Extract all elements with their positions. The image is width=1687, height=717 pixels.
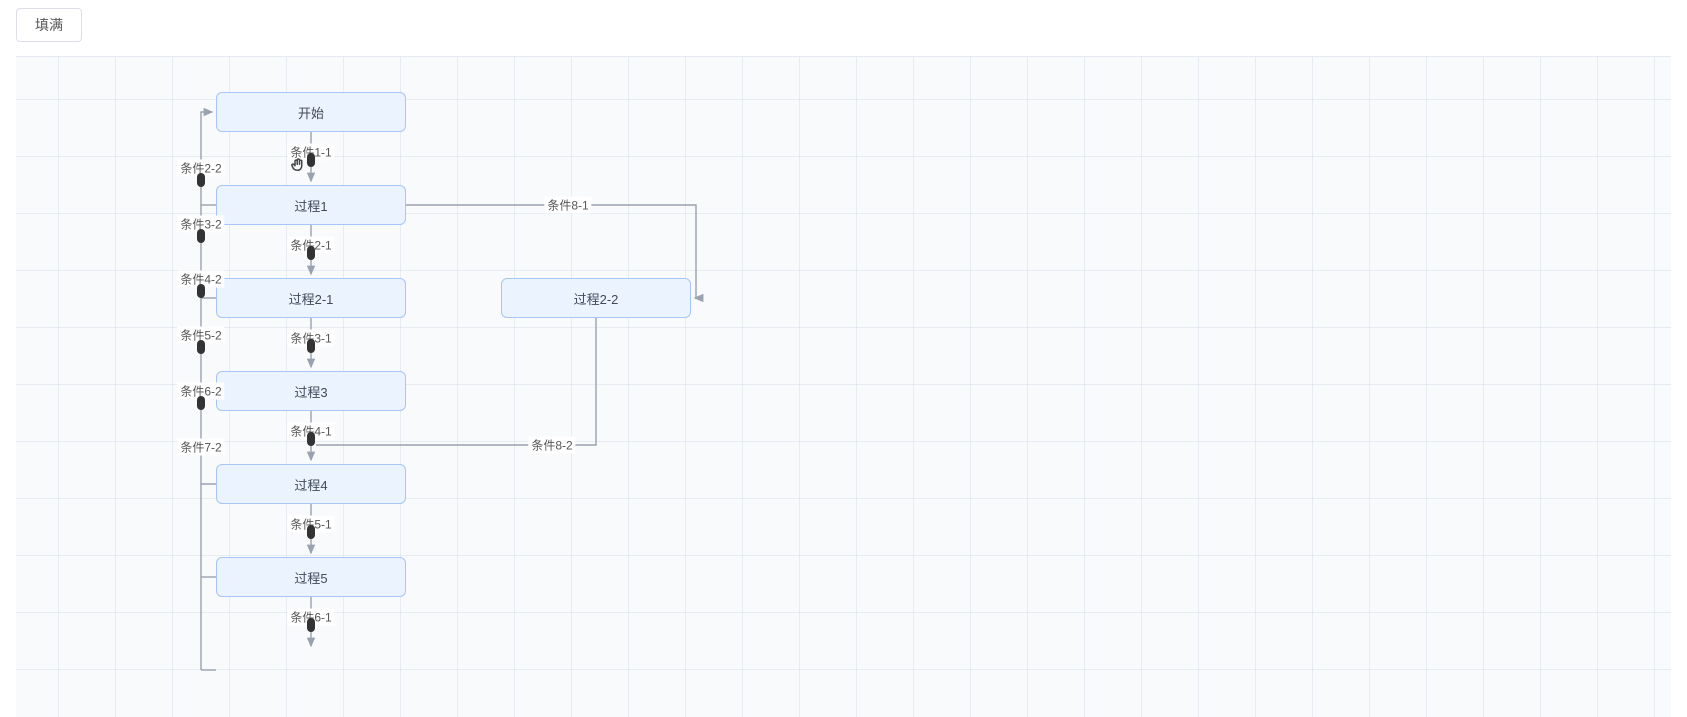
node-label: 过程2-1 bbox=[289, 289, 334, 308]
flow-canvas[interactable]: 开始 过程1 过程2-1 过程2-2 过程3 过程4 过程5 条件1-1 条件2… bbox=[16, 56, 1671, 717]
node-label: 过程5 bbox=[294, 568, 327, 587]
edge-label-c8-1: 条件8-1 bbox=[544, 197, 591, 214]
node-label: 过程2-2 bbox=[574, 289, 619, 308]
node-proc3[interactable]: 过程3 bbox=[216, 371, 406, 411]
node-label: 开始 bbox=[298, 103, 324, 122]
fill-button[interactable]: 填满 bbox=[16, 8, 82, 42]
edge-port[interactable] bbox=[197, 340, 205, 354]
edge-port[interactable] bbox=[307, 339, 315, 353]
edge-port[interactable] bbox=[307, 246, 315, 260]
node-label: 过程3 bbox=[294, 382, 327, 401]
edge-port[interactable] bbox=[307, 525, 315, 539]
edge-port[interactable] bbox=[197, 396, 205, 410]
edge-port[interactable] bbox=[197, 173, 205, 187]
edge-label-c8-2: 条件8-2 bbox=[528, 437, 575, 454]
node-label: 过程1 bbox=[294, 196, 327, 215]
edge-port[interactable] bbox=[307, 432, 315, 446]
node-start[interactable]: 开始 bbox=[216, 92, 406, 132]
node-proc2-1[interactable]: 过程2-1 bbox=[216, 278, 406, 318]
edge-port[interactable] bbox=[307, 618, 315, 632]
edge-label-c7-2: 条件7-2 bbox=[177, 439, 224, 456]
toolbar: 填满 bbox=[0, 0, 1687, 50]
edge-port[interactable] bbox=[197, 284, 205, 298]
node-proc1[interactable]: 过程1 bbox=[216, 185, 406, 225]
edge-port[interactable] bbox=[197, 229, 205, 243]
node-label: 过程4 bbox=[294, 475, 327, 494]
node-proc4[interactable]: 过程4 bbox=[216, 464, 406, 504]
node-proc5[interactable]: 过程5 bbox=[216, 557, 406, 597]
edge-port[interactable] bbox=[307, 153, 315, 167]
node-proc2-2[interactable]: 过程2-2 bbox=[501, 278, 691, 318]
